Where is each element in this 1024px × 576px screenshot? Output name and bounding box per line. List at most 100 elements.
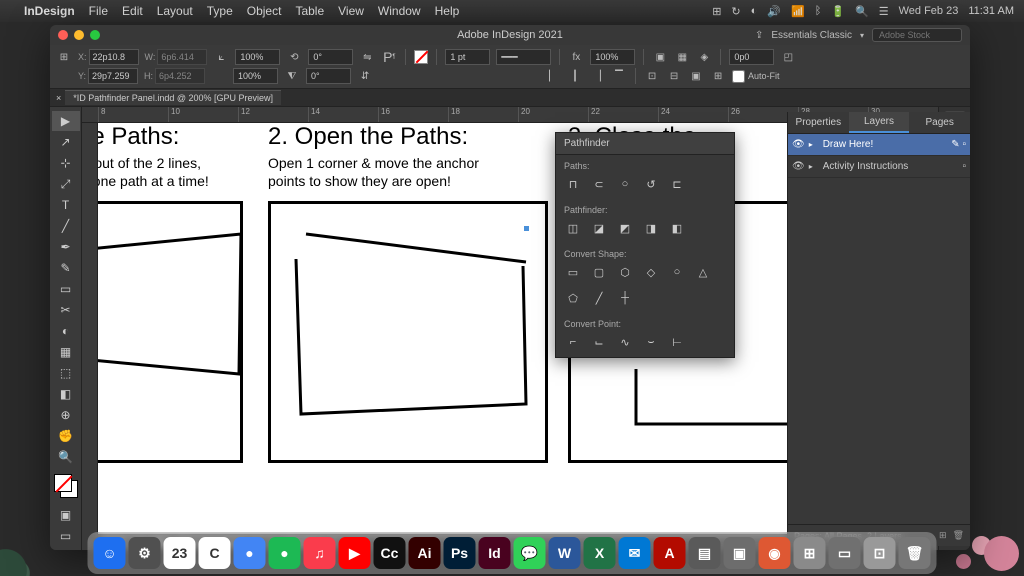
status-bt-icon[interactable]: ᛒ	[815, 5, 822, 17]
path-join-icon[interactable]: ⊓	[564, 175, 582, 193]
view-mode-normal[interactable]: ▣	[52, 505, 80, 525]
zoom-tool[interactable]: 🔍	[52, 447, 80, 467]
stock-search-input[interactable]	[872, 28, 962, 42]
fill-icon[interactable]	[414, 50, 428, 64]
status-battery-icon[interactable]: 🔋	[831, 5, 845, 18]
dock-app-16[interactable]: A	[654, 537, 686, 569]
align-l-icon[interactable]: ▏	[545, 68, 561, 84]
char-format-icon[interactable]: P¶	[381, 49, 397, 65]
chevron-right-icon[interactable]: ▸	[809, 162, 819, 171]
dock-app-9[interactable]: Ai	[409, 537, 441, 569]
point-smooth-icon[interactable]: ∿	[616, 333, 634, 351]
titlebar[interactable]: Adobe InDesign 2021 ⇪ Essentials Classic…	[50, 25, 970, 45]
menu-object[interactable]: Object	[247, 4, 282, 18]
path-reverse-icon[interactable]: ↺	[642, 175, 660, 193]
shape-inverse-icon[interactable]: ◇	[642, 263, 660, 281]
point-join-icon[interactable]: ⊢	[668, 333, 686, 351]
selection-tool[interactable]: ▶	[52, 111, 80, 131]
path-release-icon[interactable]: ⊏	[668, 175, 686, 193]
align-c-icon[interactable]: ┃	[567, 68, 583, 84]
status-volume-icon[interactable]: 🔊	[767, 5, 781, 18]
status-display-icon[interactable]: ◐	[751, 5, 758, 17]
chevron-right-icon[interactable]: ▸	[809, 140, 819, 149]
opacity[interactable]: 100%	[590, 49, 635, 65]
panel-tab-layers[interactable]: Layers	[849, 112, 910, 133]
workspace-switcher[interactable]: Essentials Classic	[771, 30, 852, 41]
flip-v-icon[interactable]: ⇵	[357, 68, 373, 84]
stroke-weight[interactable]: 1 pt	[445, 49, 490, 65]
doc-tab[interactable]: *ID Pathfinder Panel.indd @ 200% [GPU Pr…	[65, 90, 281, 105]
corner-icon[interactable]: ◰	[780, 49, 796, 65]
shape-rect-icon[interactable]: ▭	[564, 263, 582, 281]
center-content-icon[interactable]: ⊞	[710, 68, 726, 84]
w-input[interactable]	[157, 49, 207, 65]
type-tool[interactable]: T	[52, 195, 80, 215]
dock-app-21[interactable]: ▭	[829, 537, 861, 569]
shear-icon[interactable]: ⧨	[284, 68, 300, 84]
layer-row-draw-here[interactable]: 👁 ▸ Draw Here! ✎ ▫	[788, 134, 970, 156]
dock-app-17[interactable]: ▤	[689, 537, 721, 569]
menubar-date[interactable]: Wed Feb 23	[899, 5, 959, 17]
status-dropbox-icon[interactable]: ⊞	[712, 5, 721, 18]
dock-app-5[interactable]: ●	[269, 537, 301, 569]
flip-h-icon[interactable]: ⇋	[359, 49, 375, 65]
pen-tool[interactable]: ✒	[52, 237, 80, 257]
shape-ellipse-icon[interactable]: ○	[668, 263, 686, 281]
pathfinder-title[interactable]: Pathfinder	[556, 133, 734, 155]
pf-exclude-icon[interactable]: ◨	[642, 219, 660, 237]
gap-tool[interactable]: ⤢	[52, 174, 80, 194]
stroke-style[interactable]: ━━━	[496, 49, 551, 65]
status-wifi-icon[interactable]: 📶	[791, 5, 805, 18]
share-icon[interactable]: ⇪	[755, 30, 763, 41]
pf-minus-back-icon[interactable]: ◧	[668, 219, 686, 237]
fit-content-icon[interactable]: ⊡	[644, 68, 660, 84]
rectangle-frame-tool[interactable]: ▭	[52, 279, 80, 299]
scissors-tool[interactable]: ✂	[52, 300, 80, 320]
x-input[interactable]	[89, 49, 139, 65]
shape-bevel-icon[interactable]: ⬡	[616, 263, 634, 281]
dock-app-23[interactable]: 🗑	[899, 537, 931, 569]
dock-app-7[interactable]: ▶	[339, 537, 371, 569]
dock-app-20[interactable]: ⊞	[794, 537, 826, 569]
pf-intersect-icon[interactable]: ◩	[616, 219, 634, 237]
pencil-tool[interactable]: ✎	[52, 258, 80, 278]
dock-app-11[interactable]: Id	[479, 537, 511, 569]
dock-app-0[interactable]: ☺	[94, 537, 126, 569]
shape-orthline-icon[interactable]: ┼	[616, 289, 634, 307]
col1-box[interactable]	[98, 201, 243, 463]
dock-app-13[interactable]: W	[549, 537, 581, 569]
col2-box[interactable]	[268, 201, 548, 463]
eyedropper-tool[interactable]: ◧	[52, 384, 80, 404]
dock-app-1[interactable]: ⚙	[129, 537, 161, 569]
eye-icon[interactable]: 👁	[792, 139, 805, 150]
path-open-icon[interactable]: ⊂	[590, 175, 608, 193]
dock-app-12[interactable]: 💬	[514, 537, 546, 569]
dock-app-14[interactable]: X	[584, 537, 616, 569]
align-t-icon[interactable]: ▔	[611, 68, 627, 84]
y-input[interactable]	[88, 68, 138, 84]
status-search-icon[interactable]: 🔍	[855, 5, 869, 18]
eye-icon[interactable]: 👁	[792, 161, 805, 172]
dock-app-18[interactable]: ▣	[724, 537, 756, 569]
menu-edit[interactable]: Edit	[122, 4, 143, 18]
fill-stroke-swatch[interactable]	[54, 474, 78, 498]
panel-tab-pages[interactable]: Pages	[909, 112, 970, 133]
ruler-vertical[interactable]	[82, 123, 98, 550]
menubar-time[interactable]: 11:31 AM	[968, 5, 1014, 17]
shape-polygon-icon[interactable]: ⬠	[564, 289, 582, 307]
hand-tool[interactable]: ✊	[52, 426, 80, 446]
menu-app[interactable]: InDesign	[24, 4, 75, 18]
path-close-icon[interactable]: ○	[616, 175, 634, 193]
zoom-icon[interactable]	[90, 30, 100, 40]
measure-tool[interactable]: ⊕	[52, 405, 80, 425]
menu-table[interactable]: Table	[295, 4, 324, 18]
menu-help[interactable]: Help	[435, 4, 460, 18]
view-mode-preview[interactable]: ▭	[52, 526, 80, 546]
h-input[interactable]	[155, 68, 205, 84]
close-icon[interactable]	[58, 30, 68, 40]
ref-point-icon[interactable]: ⊞	[56, 49, 72, 65]
pen-icon[interactable]: ✎ ▫	[951, 139, 966, 150]
dock-app-19[interactable]: ◉	[759, 537, 791, 569]
rotate-drop[interactable]: 0°	[308, 49, 353, 65]
align-r-icon[interactable]: ▕	[589, 68, 605, 84]
